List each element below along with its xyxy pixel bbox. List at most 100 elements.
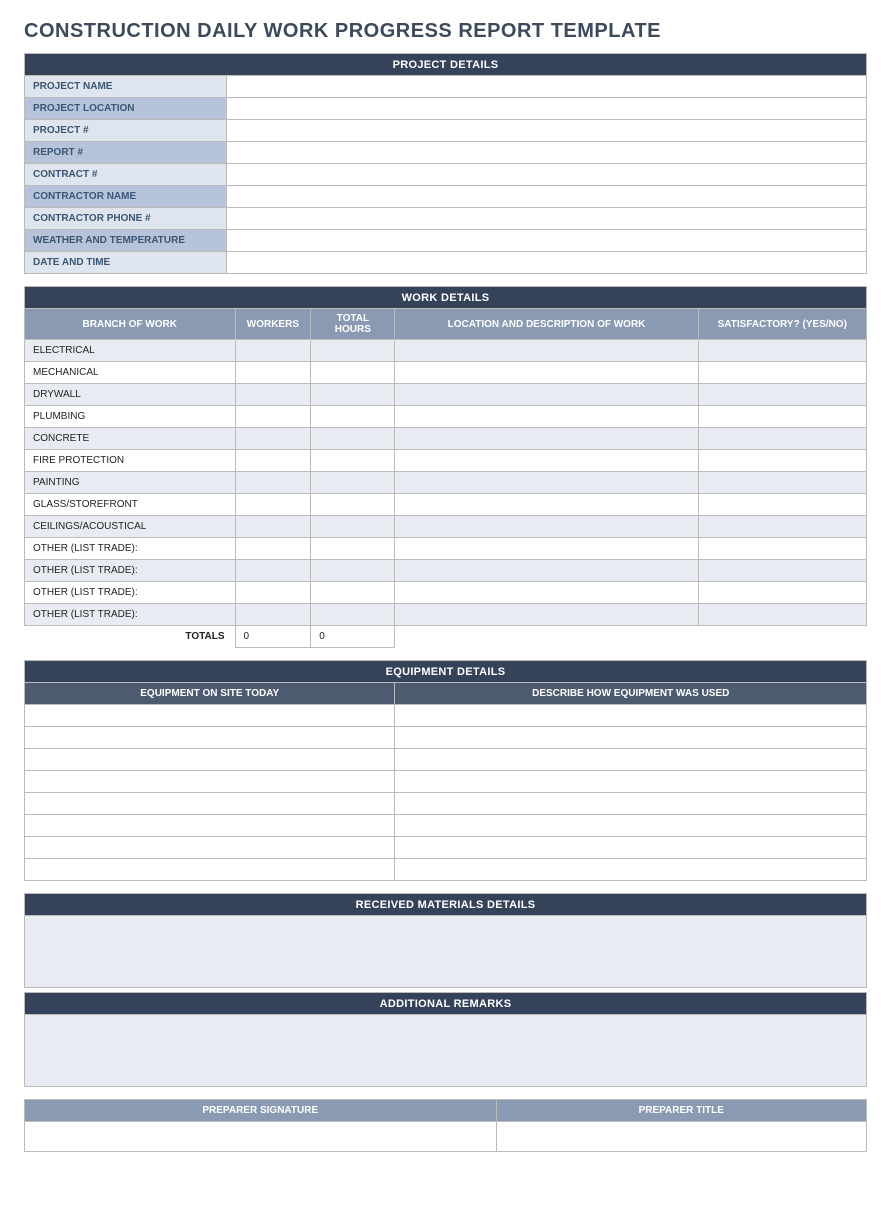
work-branch: OTHER (LIST TRADE): [25,560,236,582]
work-row: OTHER (LIST TRADE): [25,538,867,560]
work-satisfactory[interactable] [698,560,866,582]
equipment-usage[interactable] [395,749,867,771]
equipment-details-header: EQUIPMENT DETAILS [25,661,867,683]
project-field-value[interactable] [227,252,867,274]
project-field-value[interactable] [227,208,867,230]
work-hours[interactable] [311,340,395,362]
work-hours[interactable] [311,494,395,516]
work-location[interactable] [395,340,698,362]
equipment-onsite[interactable] [25,859,395,881]
equipment-usage[interactable] [395,815,867,837]
page-title: CONSTRUCTION DAILY WORK PROGRESS REPORT … [24,20,867,43]
work-location[interactable] [395,428,698,450]
additional-remarks-value[interactable] [25,1015,867,1087]
project-field-value[interactable] [227,186,867,208]
preparer-signature-value[interactable] [25,1122,497,1152]
work-hours[interactable] [311,450,395,472]
work-satisfactory[interactable] [698,384,866,406]
work-satisfactory[interactable] [698,406,866,428]
equipment-row [25,749,867,771]
work-hours[interactable] [311,582,395,604]
work-hours[interactable] [311,406,395,428]
work-workers[interactable] [235,582,311,604]
work-workers[interactable] [235,428,311,450]
work-workers[interactable] [235,450,311,472]
work-satisfactory[interactable] [698,340,866,362]
work-workers[interactable] [235,362,311,384]
work-satisfactory[interactable] [698,516,866,538]
work-location[interactable] [395,384,698,406]
work-satisfactory[interactable] [698,582,866,604]
work-satisfactory[interactable] [698,494,866,516]
equipment-usage[interactable] [395,837,867,859]
work-location[interactable] [395,472,698,494]
work-workers[interactable] [235,340,311,362]
work-workers[interactable] [235,604,311,626]
work-workers[interactable] [235,384,311,406]
work-location[interactable] [395,538,698,560]
work-location[interactable] [395,494,698,516]
equipment-usage[interactable] [395,727,867,749]
equipment-onsite[interactable] [25,771,395,793]
project-field-value[interactable] [227,76,867,98]
equipment-onsite[interactable] [25,793,395,815]
col-hours: TOTAL HOURS [311,309,395,340]
project-field-value[interactable] [227,120,867,142]
work-workers[interactable] [235,472,311,494]
work-workers[interactable] [235,494,311,516]
work-row: OTHER (LIST TRADE): [25,582,867,604]
project-field-label: WEATHER AND TEMPERATURE [25,230,227,252]
received-materials-value[interactable] [25,916,867,988]
equipment-onsite[interactable] [25,815,395,837]
equipment-usage[interactable] [395,793,867,815]
work-location[interactable] [395,582,698,604]
equipment-usage[interactable] [395,705,867,727]
equipment-usage[interactable] [395,859,867,881]
work-location[interactable] [395,604,698,626]
work-hours[interactable] [311,516,395,538]
work-location[interactable] [395,406,698,428]
work-satisfactory[interactable] [698,428,866,450]
work-hours[interactable] [311,604,395,626]
equipment-usage[interactable] [395,771,867,793]
work-hours[interactable] [311,362,395,384]
equipment-onsite[interactable] [25,837,395,859]
work-row: PLUMBING [25,406,867,428]
project-field-value[interactable] [227,142,867,164]
preparer-title-value[interactable] [496,1122,866,1152]
work-satisfactory[interactable] [698,538,866,560]
work-satisfactory[interactable] [698,362,866,384]
work-hours[interactable] [311,428,395,450]
work-row: FIRE PROTECTION [25,450,867,472]
work-workers[interactable] [235,516,311,538]
work-workers[interactable] [235,538,311,560]
work-location[interactable] [395,450,698,472]
work-hours[interactable] [311,472,395,494]
work-location[interactable] [395,362,698,384]
work-hours[interactable] [311,560,395,582]
equipment-onsite[interactable] [25,705,395,727]
work-workers[interactable] [235,560,311,582]
work-hours[interactable] [311,384,395,406]
totals-label: TOTALS [25,626,236,648]
col-equipment-onsite: EQUIPMENT ON SITE TODAY [25,683,395,705]
additional-remarks-header: ADDITIONAL REMARKS [25,993,867,1015]
work-location[interactable] [395,516,698,538]
work-hours[interactable] [311,538,395,560]
work-satisfactory[interactable] [698,604,866,626]
preparer-table: PREPARER SIGNATURE PREPARER TITLE [24,1099,867,1152]
work-satisfactory[interactable] [698,450,866,472]
equipment-onsite[interactable] [25,749,395,771]
received-materials-table: RECEIVED MATERIALS DETAILS [24,893,867,988]
project-field-label: CONTRACTOR NAME [25,186,227,208]
equipment-onsite[interactable] [25,727,395,749]
work-workers[interactable] [235,406,311,428]
work-location[interactable] [395,560,698,582]
preparer-title-label: PREPARER TITLE [496,1100,866,1122]
project-field-value[interactable] [227,164,867,186]
project-field-value[interactable] [227,230,867,252]
equipment-row [25,859,867,881]
work-satisfactory[interactable] [698,472,866,494]
project-field-value[interactable] [227,98,867,120]
equipment-row [25,815,867,837]
